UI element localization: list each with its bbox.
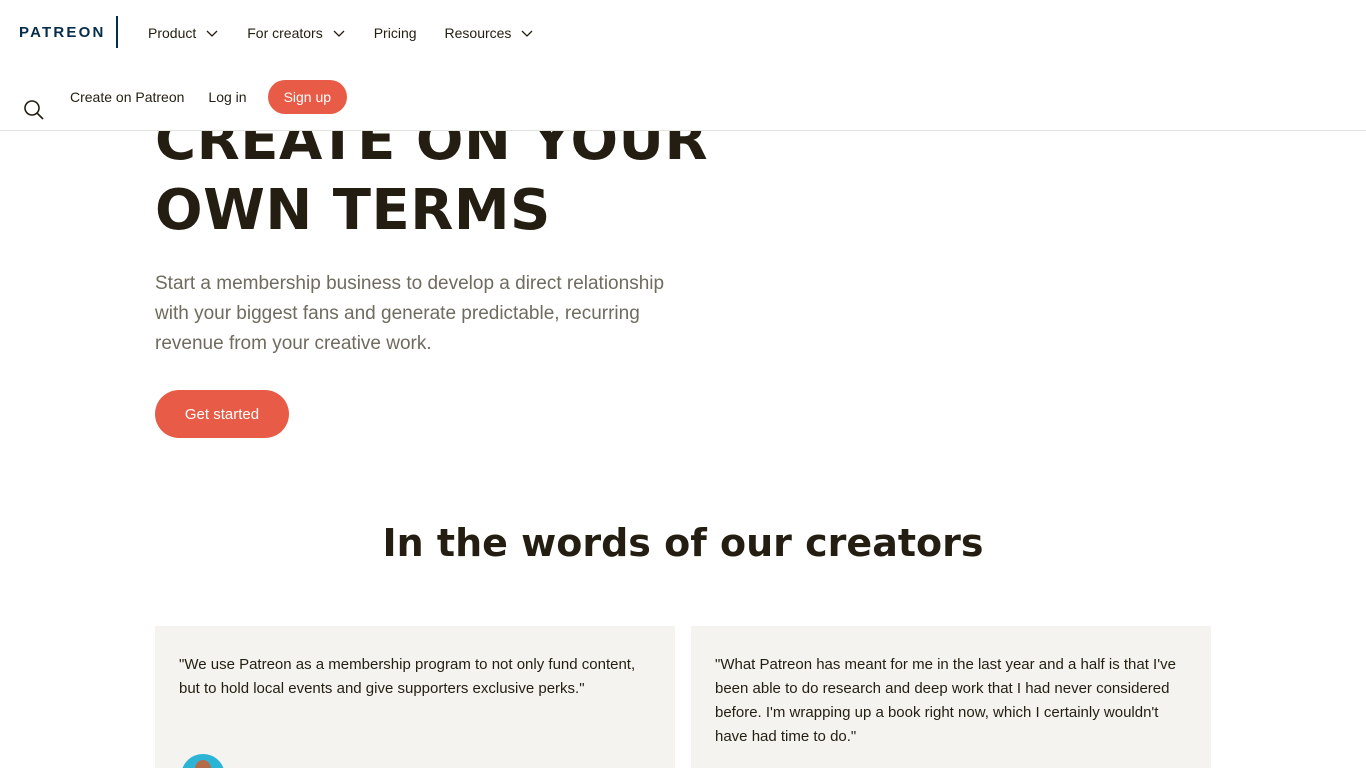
nav-for-creators-label: For creators <box>247 25 323 41</box>
hero-description: Start a membership business to develop a… <box>155 273 665 354</box>
search-icon[interactable] <box>23 99 45 121</box>
testimonial-card: "We use Patreon as a membership program … <box>155 626 675 768</box>
testimonial-quote: "We use Patreon as a membership program … <box>179 656 636 697</box>
hero-title-line-2: OWN TERMS <box>155 178 551 243</box>
nav-product-label: Product <box>148 25 197 41</box>
avatar <box>181 754 225 768</box>
nav-resources-label: Resources <box>444 25 512 41</box>
avatar-face <box>195 760 211 768</box>
logo-wordmark: PATREON <box>19 23 106 41</box>
secondary-nav: Create on Patreon Log in Sign up <box>70 80 348 114</box>
logo-divider <box>115 16 118 48</box>
testimonial-card: "What Patreon has meant for me in the la… <box>691 626 1211 768</box>
site-header: PATREON Product For creators Pricing Res… <box>0 0 1366 131</box>
testimonials-heading: In the words of our creators <box>382 521 984 565</box>
nav-resources[interactable]: Resources <box>445 25 535 41</box>
nav-for-creators[interactable]: For creators <box>247 25 345 41</box>
login-link[interactable]: Log in <box>208 89 246 105</box>
chevron-down-icon <box>333 30 345 37</box>
get-started-button[interactable]: Get started <box>155 390 289 438</box>
signup-button[interactable]: Sign up <box>267 80 348 114</box>
primary-nav: Product For creators Pricing Resources <box>148 22 562 44</box>
create-on-patreon-link[interactable]: Create on Patreon <box>70 89 184 105</box>
patreon-logo[interactable]: PATREON <box>19 16 118 48</box>
nav-product[interactable]: Product <box>148 25 219 41</box>
nav-pricing-label: Pricing <box>373 25 417 41</box>
testimonial-quote: "What Patreon has meant for me in the la… <box>715 656 1176 745</box>
nav-pricing[interactable]: Pricing <box>374 25 417 41</box>
chevron-down-icon <box>206 30 218 37</box>
chevron-down-icon <box>521 30 533 37</box>
